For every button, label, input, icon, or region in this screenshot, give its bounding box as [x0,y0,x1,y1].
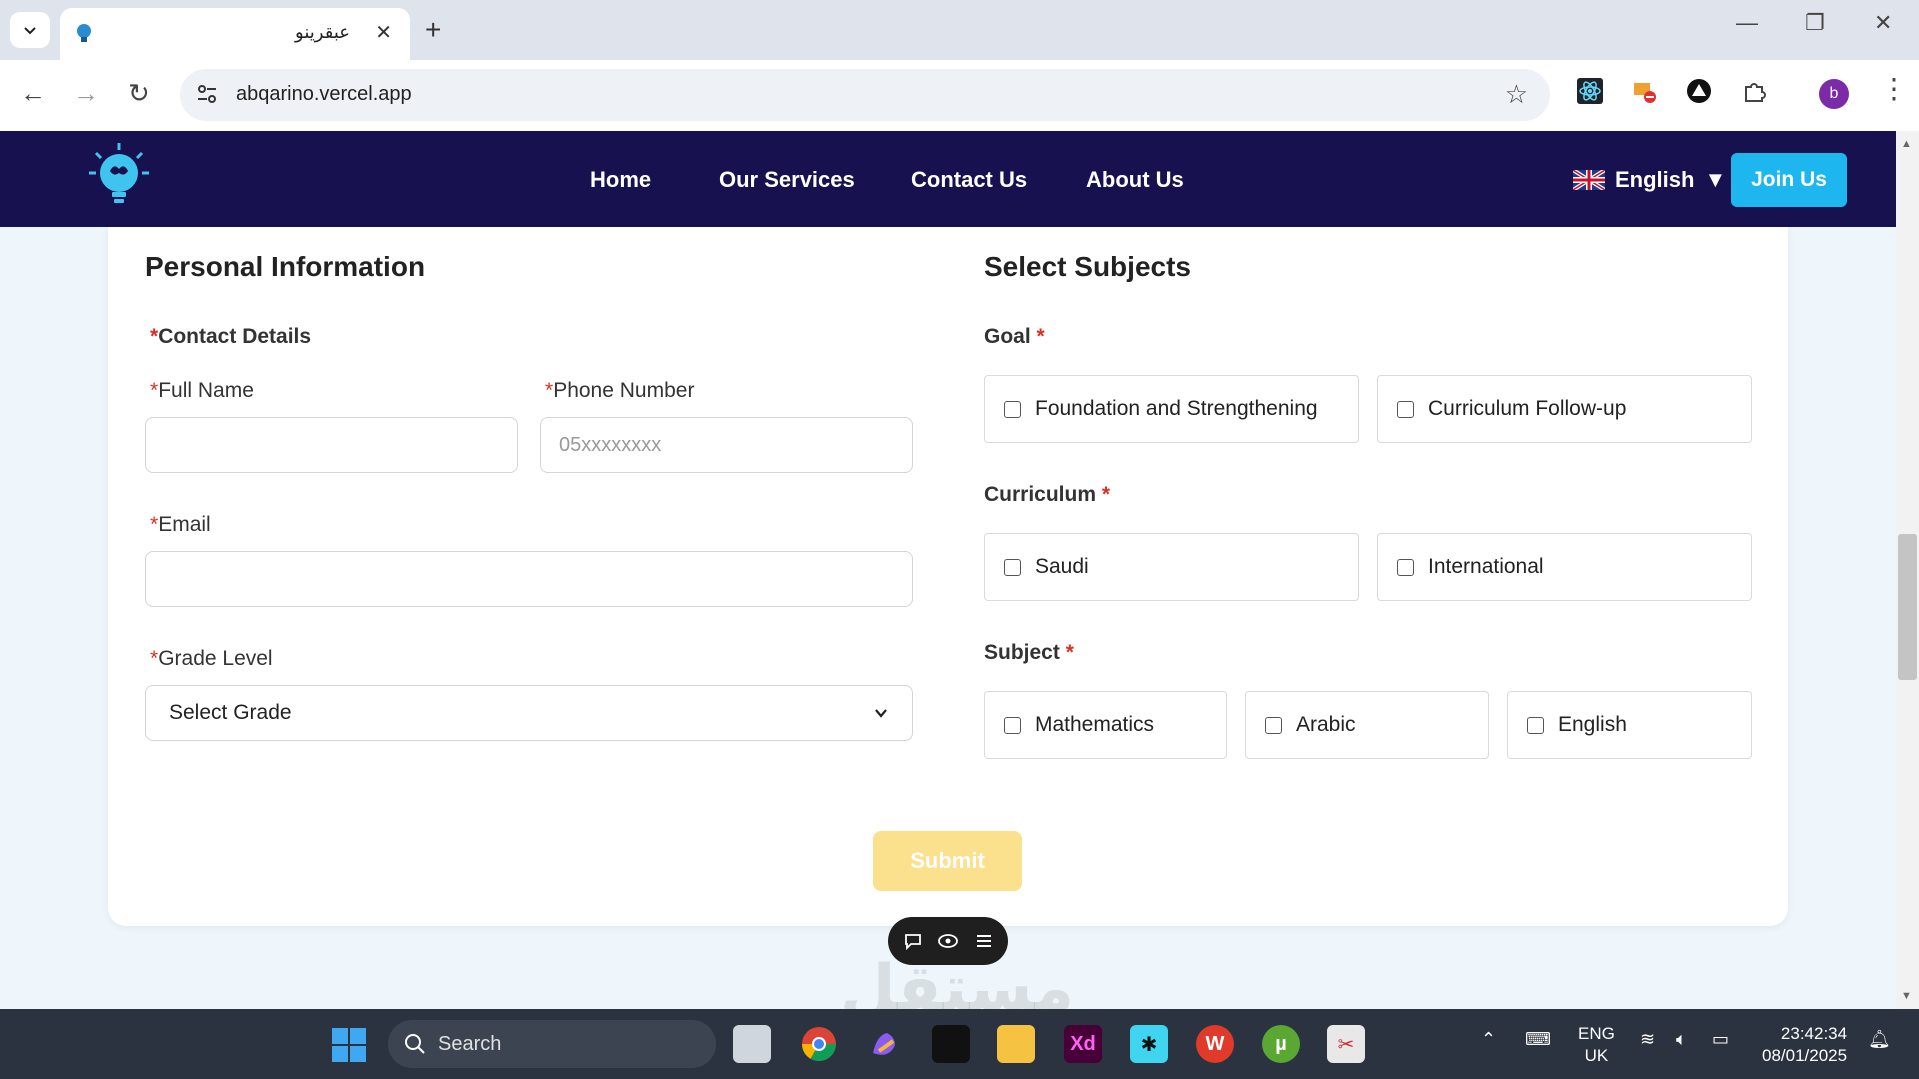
chevron-down-icon [24,27,36,35]
wifi-icon[interactable]: ≋ [1640,1029,1655,1050]
full-name-label: *Full Name [150,379,254,402]
input-language-indicator[interactable]: ENG UK [1578,1023,1615,1067]
asterisk-app-icon[interactable]: ✱ [1130,1025,1168,1063]
system-clock[interactable]: 23:42:34 08/01/2025 [1762,1023,1847,1067]
scroll-down-arrow-icon[interactable]: ▼ [1901,990,1912,1002]
tab-title: عبقرينو [295,22,350,42]
snipping-tool-icon[interactable]: ✂ [1327,1025,1365,1063]
goal-option-foundation[interactable]: Foundation and Strengthening [984,375,1359,443]
taskbar-search-box[interactable]: Search [388,1020,716,1068]
task-view-icon[interactable] [733,1025,771,1063]
contact-details-label: *Contact Details [150,325,312,348]
windows-taskbar: Search Xd ✱ W µ ✂ ⌃ ⌨ ENG UK ≋ 🔈︎ ▭ 23:4… [0,1009,1919,1079]
restore-icon[interactable]: ❐ [1805,10,1825,36]
personal-information-title: Personal Information [145,251,426,282]
reload-icon[interactable]: ↻ [128,78,150,108]
adobe-xd-icon[interactable]: Xd [1064,1025,1102,1063]
checkbox[interactable] [1265,716,1282,734]
registration-form-card: Personal Information *Contact Details *F… [108,227,1788,926]
browser-tab-active[interactable]: عبقرينو ✕ [60,8,410,60]
profile-avatar[interactable]: b [1819,79,1849,109]
scroll-up-arrow-icon[interactable]: ▲ [1901,138,1912,150]
grade-level-label: *Grade Level [150,647,273,670]
window-close-icon[interactable]: ✕ [1874,10,1892,36]
curriculum-option-saudi[interactable]: Saudi [984,533,1359,601]
subject-label: Subject * [984,641,1074,664]
utorrent-icon[interactable]: µ [1262,1025,1300,1063]
site-settings-icon[interactable] [194,81,220,107]
react-devtools-icon[interactable] [1575,76,1605,106]
chrome-icon[interactable] [800,1025,838,1063]
join-us-button[interactable]: Join Us [1731,153,1847,207]
browser-menu-icon[interactable]: ⋮ [1880,74,1908,104]
nav-link-contact-us[interactable]: Contact Us [911,167,1027,193]
select-subjects-title: Select Subjects [984,251,1191,282]
checkbox[interactable] [1397,558,1414,576]
full-name-input[interactable] [145,417,518,473]
phone-number-label: *Phone Number [545,379,695,402]
brain-lightbulb-logo-icon[interactable] [88,141,150,211]
chevron-down-icon [875,709,887,718]
subject-option-mathematics[interactable]: Mathematics [984,691,1227,759]
checkbox[interactable] [1004,716,1021,734]
language-selector[interactable]: English ▼ [1573,167,1726,193]
subject-option-english[interactable]: English [1507,691,1752,759]
checkbox[interactable] [1527,716,1544,734]
submit-button[interactable]: Submit [873,831,1022,891]
windows-start-icon[interactable] [331,1027,367,1063]
grade-level-select[interactable]: Select Grade [145,685,913,741]
caret-down-icon: ▼ [1704,167,1727,192]
checkbox[interactable] [1004,400,1021,418]
browser-tab-bar: عبقرينو ✕ + — ❐ ✕ [0,0,1919,60]
nav-link-home[interactable]: Home [590,167,651,193]
address-bar[interactable]: abqarino.vercel.app ☆ [180,69,1550,121]
wps-office-icon[interactable]: W [1196,1025,1234,1063]
terminal-app-icon[interactable] [932,1025,970,1063]
language-label: English [1615,167,1695,192]
goal-label: Goal * [984,325,1045,348]
nav-link-our-services[interactable]: Our Services [719,167,855,193]
volume-icon[interactable]: 🔈︎ [1676,1029,1687,1050]
extension-blocked-icon[interactable] [1629,76,1659,106]
bookmark-star-icon[interactable]: ☆ [1505,79,1528,110]
site-navbar: Home Our Services Contact Us About Us En… [0,131,1896,227]
minimize-icon[interactable]: — [1736,10,1758,36]
triangle-extension-icon[interactable] [1684,76,1714,106]
subject-option-arabic[interactable]: Arabic [1245,691,1489,759]
battery-icon[interactable]: ▭ [1712,1029,1729,1050]
back-arrow-icon[interactable]: ← [20,78,46,108]
checkbox[interactable] [1004,558,1021,576]
copilot-icon[interactable] [865,1025,903,1063]
search-label: Search [438,1032,502,1055]
eye-icon[interactable] [937,931,959,951]
search-icon [405,1034,425,1054]
notification-bell-icon[interactable]: 🔔︎ [1868,1029,1891,1050]
tab-search-button[interactable] [10,12,50,48]
list-menu-icon[interactable] [974,931,994,951]
new-tab-plus-icon[interactable]: + [425,12,441,48]
comment-icon[interactable] [903,931,923,951]
tab-close-icon[interactable]: ✕ [375,20,392,45]
curriculum-label: Curriculum * [984,483,1111,506]
curriculum-option-international[interactable]: International [1377,533,1752,601]
goal-option-curriculum-follow-up[interactable]: Curriculum Follow-up [1377,375,1752,443]
grade-selected-value: Select Grade [169,701,292,724]
forward-arrow-icon[interactable]: → [73,78,99,108]
keyboard-icon[interactable]: ⌨ [1525,1029,1551,1050]
email-input[interactable] [145,551,913,607]
lightbulb-brain-icon [77,24,91,42]
browser-toolbar: ← → ↻ abqarino.vercel.app ☆ b ⋮ [0,60,1919,131]
extensions-puzzle-icon[interactable] [1739,76,1769,106]
checkbox[interactable] [1397,400,1414,418]
scrollbar-thumb[interactable] [1898,534,1917,680]
nav-link-about-us[interactable]: About Us [1086,167,1184,193]
uk-flag-icon [1573,170,1605,190]
file-explorer-icon[interactable] [997,1025,1035,1063]
email-label: *Email [150,513,211,536]
phone-number-input[interactable] [540,417,913,473]
url-text[interactable]: abqarino.vercel.app [236,83,412,106]
tray-overflow-chevron-icon[interactable]: ⌃ [1481,1029,1496,1050]
